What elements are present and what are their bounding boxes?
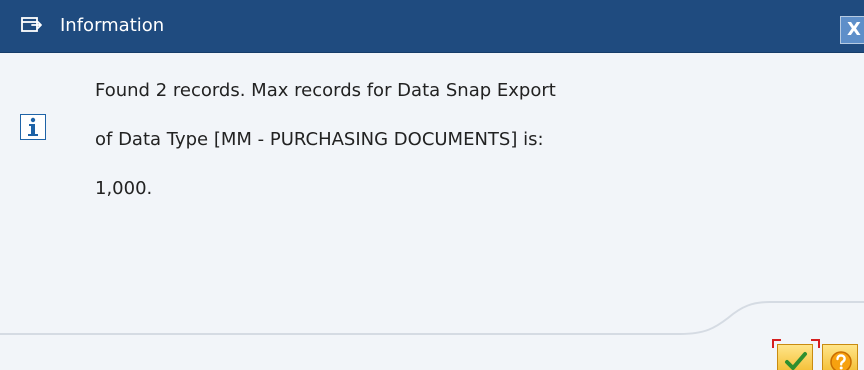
- message-line-1: Found 2 records. Max records for Data Sn…: [95, 80, 556, 101]
- info-icon: [20, 114, 46, 140]
- help-button[interactable]: [822, 344, 858, 370]
- dialog-title: Information: [60, 15, 165, 36]
- close-button[interactable]: X: [840, 16, 864, 44]
- external-window-icon: [21, 17, 42, 32]
- footer-divider: [0, 301, 864, 335]
- message-line-2: of Data Type [MM - PURCHASING DOCUMENTS]…: [95, 129, 544, 150]
- message-line-3: 1,000.: [95, 178, 153, 199]
- checkmark-icon: [785, 352, 807, 370]
- ok-button-face[interactable]: [777, 344, 813, 370]
- information-dialog: Information X Found 2 records. Max recor…: [0, 0, 864, 370]
- dialog-title-bar[interactable]: Information X: [0, 0, 864, 53]
- close-icon: X: [847, 19, 861, 40]
- message-text: Found 2 records. Max records for Data Sn…: [95, 81, 795, 228]
- dialog-footer: [0, 298, 864, 370]
- ok-button[interactable]: [772, 339, 820, 370]
- help-icon: [830, 351, 852, 370]
